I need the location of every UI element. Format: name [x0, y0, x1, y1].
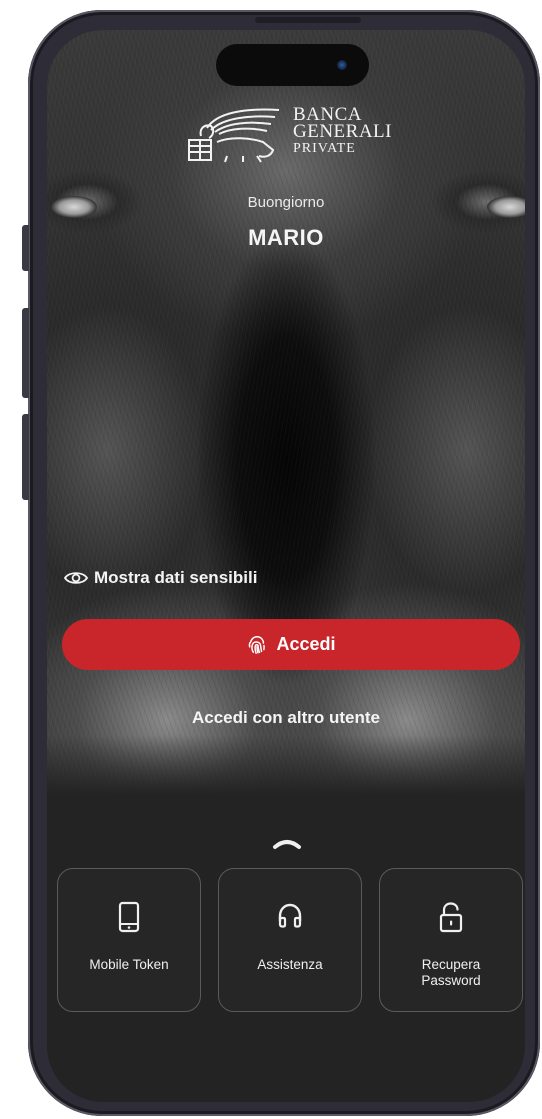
login-button-label: Accedi [276, 634, 336, 654]
brand-logo: BANCA GENERALI PRIVATE [185, 104, 405, 168]
winged-lion-logo-icon [188, 108, 280, 163]
show-sensitive-data-label: Mostra dati sensibili [94, 568, 258, 587]
speaker-slit [255, 17, 361, 23]
eye-icon [64, 572, 88, 584]
dynamic-island [216, 44, 369, 86]
smartphone-icon [118, 901, 140, 933]
mobile-token-tile[interactable]: Mobile Token [57, 868, 201, 1012]
mobile-token-label: Mobile Token [89, 957, 169, 972]
volume-down-button [22, 414, 29, 500]
support-tile[interactable]: Assistenza [218, 868, 362, 1012]
recover-password-tile[interactable]: Recupera Password [379, 868, 523, 1012]
brand-line-2: GENERALI [293, 121, 392, 142]
user-name: MARIO [248, 225, 324, 250]
brand-line-3: PRIVATE [293, 141, 356, 156]
app-screen: BANCA GENERALI PRIVATE Buongiorno MARIO … [47, 30, 525, 1102]
recover-password-label: Recupera Password [421, 957, 481, 988]
headphones-icon [278, 903, 302, 928]
volume-up-button [22, 308, 29, 398]
chevron-up-icon[interactable] [272, 836, 302, 850]
unlock-icon [439, 902, 463, 933]
login-button[interactable]: Accedi [62, 619, 520, 670]
support-label: Assistenza [257, 957, 323, 972]
greeting-text: Buongiorno [247, 194, 325, 211]
front-camera [337, 60, 347, 70]
fingerprint-icon [249, 635, 266, 654]
login-other-user-link[interactable]: Accedi con altro utente [47, 708, 525, 728]
show-sensitive-data-toggle[interactable]: Mostra dati sensibili [64, 568, 257, 588]
action-button [22, 225, 29, 271]
